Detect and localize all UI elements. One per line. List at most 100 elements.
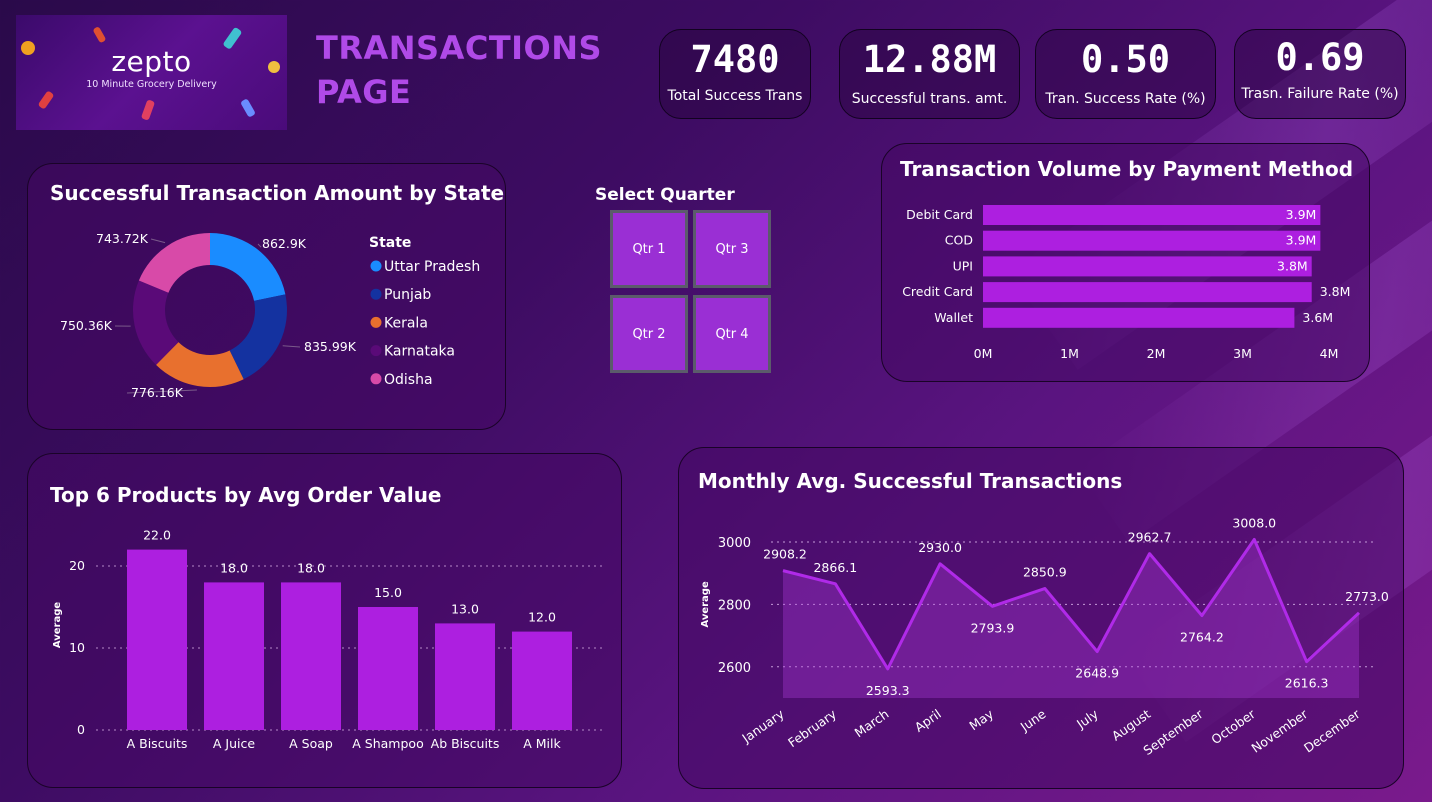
data-label: 2930.0 xyxy=(918,540,962,555)
bar-data-label: 3.8M xyxy=(1320,284,1351,299)
y-tick-label: 10 xyxy=(69,640,85,655)
payment-method-card: Transaction Volume by Payment Method Deb… xyxy=(881,143,1370,382)
x-tick-label: 0M xyxy=(974,346,993,361)
kpi-success-rate: 0.50 Tran. Success Rate (%) xyxy=(1035,29,1216,119)
data-label: 2764.2 xyxy=(1180,630,1224,645)
kpi-value: 0.50 xyxy=(1080,38,1171,81)
x-tick-label: A Milk xyxy=(523,736,561,751)
y-tick-label: 3000 xyxy=(718,536,751,551)
legend-marker xyxy=(370,316,382,328)
bar-data-label: 22.0 xyxy=(143,528,171,543)
donut-leader-line xyxy=(282,345,301,348)
kpi-label: Trasn. Failure Rate (%) xyxy=(1241,86,1399,102)
x-tick-label: 3M xyxy=(1233,346,1252,361)
x-tick-label: September xyxy=(1140,706,1206,758)
data-label: 2593.3 xyxy=(866,683,910,698)
x-tick-label: April xyxy=(912,706,944,735)
legend-marker xyxy=(370,345,382,357)
bar-data-label: 13.0 xyxy=(451,601,479,616)
y-tick-label: 2800 xyxy=(718,598,751,613)
donut-data-label: 743.72K xyxy=(96,231,149,246)
x-tick-label: Ab Biscuits xyxy=(431,736,500,751)
bar-data-label: 18.0 xyxy=(297,560,325,575)
monthly-area-chart: 2600 2800 3000 Average 2908.2 2866.1 2593.3 293… xyxy=(700,516,1389,759)
legend-marker xyxy=(370,260,382,272)
x-tick-label: May xyxy=(966,706,996,733)
x-tick-label: 4M xyxy=(1320,346,1339,361)
legend-label: Karnataka xyxy=(384,344,455,360)
bar-category-label: COD xyxy=(945,233,973,248)
y-axis-label: Average xyxy=(700,581,711,628)
legend-marker xyxy=(370,288,382,300)
product-bar xyxy=(512,631,572,730)
quarter-option-qtr4[interactable]: Qtr 4 xyxy=(693,295,771,373)
data-label: 2962.7 xyxy=(1128,530,1172,545)
kpi-label: Tran. Success Rate (%) xyxy=(1045,91,1206,107)
kpi-total-success-trans: 7480 Total Success Trans xyxy=(659,29,811,119)
bar-category-label: UPI xyxy=(953,258,973,273)
y-tick-label: 20 xyxy=(69,558,85,573)
quarter-slicer-title: Select Quarter xyxy=(595,185,735,205)
bar-data-label: 12.0 xyxy=(528,610,556,625)
page-title-line2: PAGE xyxy=(316,73,412,111)
logo-name: zepto xyxy=(111,45,192,78)
x-tick-label: A Biscuits xyxy=(127,736,188,751)
legend-marker xyxy=(370,373,382,385)
x-tick-label: December xyxy=(1301,706,1363,756)
logo-banner: zepto 10 Minute Grocery Delivery xyxy=(16,15,287,130)
x-tick-label: January xyxy=(738,706,787,746)
payment-bar xyxy=(983,230,1321,251)
page-title: TRANSACTIONS PAGE xyxy=(316,26,602,114)
legend-label: Kerala xyxy=(384,315,428,331)
data-label: 2866.1 xyxy=(813,560,857,575)
x-tick-label: A Soap xyxy=(289,736,333,751)
quarter-option-qtr3[interactable]: Qtr 3 xyxy=(693,210,771,288)
kpi-value: 7480 xyxy=(690,38,780,81)
x-tick-label: A Juice xyxy=(213,736,255,751)
product-bar xyxy=(127,549,187,730)
donut-data-label: 862.9K xyxy=(262,236,307,251)
x-tick-label: February xyxy=(785,706,839,750)
kpi-successful-trans-amount: 12.88M Successful trans. amt. xyxy=(839,29,1020,119)
data-label: 2850.9 xyxy=(1023,565,1067,580)
data-label: 3008.0 xyxy=(1232,516,1276,531)
product-bar xyxy=(204,582,264,730)
legend-title: State xyxy=(369,235,411,251)
product-bar xyxy=(281,582,341,730)
payment-bar xyxy=(983,256,1312,277)
legend-label: Odisha xyxy=(384,372,433,388)
donut-slice xyxy=(138,233,210,293)
bar-category-label: Credit Card xyxy=(902,284,973,299)
bar-data-label: 3.9M xyxy=(1286,233,1317,248)
bar-data-label: 3.6M xyxy=(1302,310,1333,325)
donut-card: Successful Transaction Amount by State 8… xyxy=(27,163,506,430)
quarter-option-qtr1[interactable]: Qtr 1 xyxy=(610,210,688,288)
kpi-failure-rate: 0.69 Trasn. Failure Rate (%) xyxy=(1234,29,1406,119)
bar-data-label: 18.0 xyxy=(220,560,248,575)
bar-data-label: 3.8M xyxy=(1277,258,1308,273)
data-label: 2908.2 xyxy=(763,547,807,562)
data-label: 2773.0 xyxy=(1345,589,1389,604)
kpi-label: Total Success Trans xyxy=(667,88,803,104)
kpi-label: Successful trans. amt. xyxy=(851,91,1008,107)
donut-leader-line xyxy=(150,238,166,244)
payment-bar xyxy=(983,307,1295,328)
quarter-option-qtr2[interactable]: Qtr 2 xyxy=(610,295,688,373)
x-tick-label: March xyxy=(852,706,892,740)
logo-tagline: 10 Minute Grocery Delivery xyxy=(86,79,217,90)
product-bar xyxy=(358,607,418,730)
page-title-line1: TRANSACTIONS xyxy=(316,29,603,67)
bar-data-label: 15.0 xyxy=(374,585,402,600)
donut-data-label: 750.36K xyxy=(60,318,113,333)
donut-leader-line xyxy=(257,243,262,248)
x-tick-label: A Shampoo xyxy=(352,736,423,751)
x-tick-label: August xyxy=(1109,706,1154,743)
kpi-value: 0.69 xyxy=(1275,36,1365,79)
bar-category-label: Wallet xyxy=(934,310,973,325)
kpi-value: 12.88M xyxy=(862,38,997,81)
payment-method-bar-chart: Debit Card 3.9M COD 3.9M UPI 3.8M Credit Card 3… xyxy=(902,205,1351,361)
legend-label: Punjab xyxy=(384,287,431,303)
top-products-card: Top 6 Products by Avg Order Value 0 10 20 A… xyxy=(27,453,622,788)
bar-category-label: Debit Card xyxy=(906,207,973,222)
data-label: 2793.9 xyxy=(971,620,1015,635)
